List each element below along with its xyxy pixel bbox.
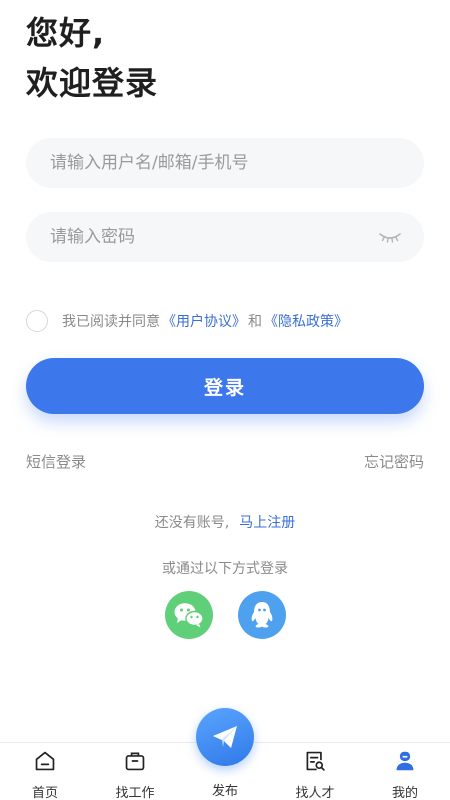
greeting-line-2: 欢迎登录 <box>26 64 159 102</box>
password-field-container[interactable] <box>26 212 424 262</box>
tab-find-talent[interactable]: 找人才 <box>280 743 350 800</box>
register-link[interactable]: 马上注册 <box>239 515 295 531</box>
eye-closed-icon[interactable] <box>378 229 402 245</box>
post-fab-button[interactable] <box>196 708 254 766</box>
username-input[interactable] <box>50 153 400 173</box>
profile-icon <box>396 751 414 771</box>
paper-plane-icon <box>213 726 237 748</box>
search-document-icon <box>306 751 325 771</box>
privacy-policy-link[interactable]: 《隐私政策》 <box>264 311 348 331</box>
wechat-icon <box>174 603 204 628</box>
wechat-login-button[interactable] <box>165 591 213 639</box>
tab-home-label: 首页 <box>31 786 58 800</box>
tab-mine[interactable]: 我的 <box>370 743 440 800</box>
username-field-container[interactable] <box>26 138 424 188</box>
user-agreement-link[interactable]: 《用户协议》 <box>162 311 246 331</box>
tab-find-talent-label: 找人才 <box>295 786 335 800</box>
agreement-row: 我已阅读并同意 《用户协议》 和 《隐私政策》 <box>26 310 348 332</box>
password-input[interactable] <box>50 227 400 247</box>
qq-login-button[interactable] <box>238 591 286 639</box>
briefcase-icon <box>125 752 145 771</box>
tab-find-job-label: 找工作 <box>115 786 155 800</box>
qq-icon <box>251 602 273 628</box>
agreement-checkbox[interactable] <box>26 310 48 332</box>
tab-mine-label: 我的 <box>391 786 418 800</box>
other-login-title: 或通过以下方式登录 <box>162 561 288 577</box>
register-row: 还没有账号, 马上注册 <box>0 512 450 532</box>
tab-find-job[interactable]: 找工作 <box>100 743 170 800</box>
tab-home[interactable]: 首页 <box>10 743 80 800</box>
tab-post-label: 发布 <box>211 784 238 799</box>
home-icon <box>35 751 55 771</box>
agreement-and: 和 <box>248 314 262 330</box>
greeting-line-1: 您好, <box>26 14 106 52</box>
login-button[interactable]: 登录 <box>26 358 424 414</box>
page-title: 您好, 欢迎登录 <box>26 8 158 108</box>
register-prompt: 还没有账号, <box>154 515 230 531</box>
forgot-password-link[interactable]: 忘记密码 <box>364 451 424 472</box>
sms-login-link[interactable]: 短信登录 <box>26 451 86 472</box>
agreement-prefix: 我已阅读并同意 <box>62 314 160 330</box>
